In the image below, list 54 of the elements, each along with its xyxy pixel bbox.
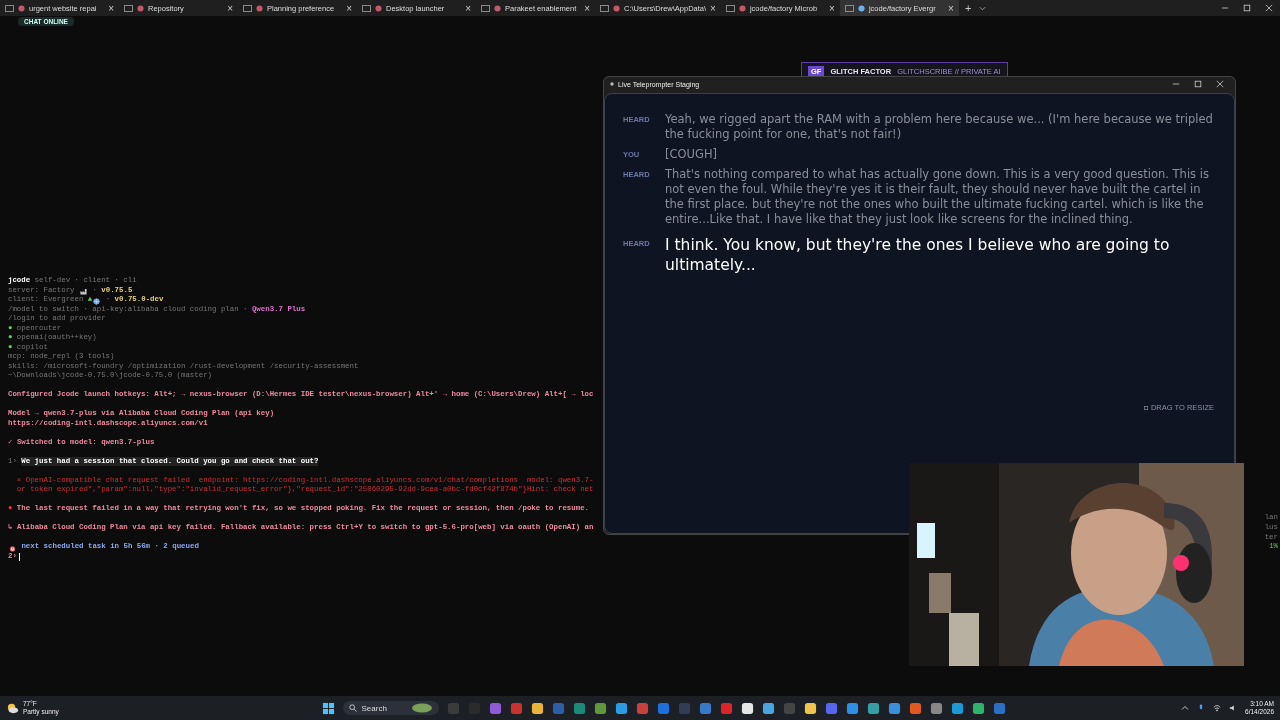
start-icon[interactable] — [321, 701, 335, 715]
window-icon — [362, 4, 371, 12]
weather-icon[interactable] — [6, 701, 19, 715]
close-tab-button[interactable]: × — [710, 2, 716, 14]
close-tab-button[interactable]: × — [227, 2, 233, 14]
search-icon — [348, 704, 357, 712]
transcript-text: [COUGH] — [665, 147, 718, 162]
favicon-icon — [18, 4, 25, 12]
window-icon — [5, 4, 14, 12]
close-icon[interactable] — [1265, 4, 1273, 12]
new-tab-button[interactable]: + — [964, 2, 972, 14]
app-icon[interactable] — [761, 701, 775, 715]
favicon-icon — [613, 4, 620, 12]
favicon-icon — [256, 4, 263, 12]
chevron-icon[interactable] — [979, 5, 987, 11]
chevron-up-icon[interactable] — [1181, 704, 1190, 712]
resize-icon — [1143, 405, 1148, 410]
window-icon — [600, 4, 609, 12]
favicon-icon — [494, 4, 501, 12]
close-tab-button[interactable]: × — [108, 2, 114, 14]
transcript-text: That's nothing compared to what has actually gone down. This is a very good question. This is not even the foul. While they're yes it is their fault, they should never have built the cartel in the first place. but they're not the ones who built the ultimate fucking cartel. which is like the entire...Like that. I have like that they just look like screens for the inclined thing. — [665, 167, 1210, 227]
window-icon — [124, 4, 133, 12]
close-icon[interactable] — [1216, 80, 1224, 88]
app-icon[interactable] — [803, 701, 817, 715]
close-tab-button[interactable]: × — [465, 2, 471, 14]
maximize-icon[interactable] — [1194, 80, 1202, 88]
window-icon — [243, 4, 252, 12]
factory-icon — [79, 288, 87, 295]
app-icon[interactable] — [740, 701, 754, 715]
app-icon — [610, 82, 614, 86]
close-tab-button[interactable]: × — [829, 2, 835, 14]
favicon-icon — [738, 4, 746, 12]
maximize-icon[interactable] — [1243, 4, 1251, 12]
window-icon — [725, 4, 735, 12]
transcript-text: I think. You know, but they're the ones I believe who are going to ultimately... — [665, 236, 1171, 275]
minimize-icon[interactable] — [1221, 4, 1229, 12]
window-icon — [481, 4, 490, 12]
minimize-icon[interactable] — [1172, 80, 1180, 88]
app-icon[interactable] — [614, 701, 628, 715]
transcript-text: Yeah, we rigged apart the RAM with a problem here because we... (I'm here because we tripled the fucking point for one, that's not fair!) — [665, 112, 1214, 142]
globe-icon — [93, 297, 101, 305]
app-icon[interactable] — [530, 701, 544, 715]
favicon-icon — [857, 4, 865, 12]
close-tab-button[interactable]: × — [948, 2, 954, 14]
search-field[interactable]: Search — [342, 701, 439, 715]
favicon-icon — [375, 4, 382, 12]
alarm-clock-icon — [9, 544, 16, 552]
favicon-icon — [137, 4, 144, 12]
app-icon[interactable] — [971, 701, 985, 715]
app-icon[interactable] — [866, 701, 880, 715]
close-tab-button[interactable]: × — [346, 2, 352, 14]
window-icon — [844, 4, 854, 12]
wifi-icon[interactable] — [1213, 704, 1222, 712]
close-tab-button[interactable]: × — [584, 2, 590, 14]
